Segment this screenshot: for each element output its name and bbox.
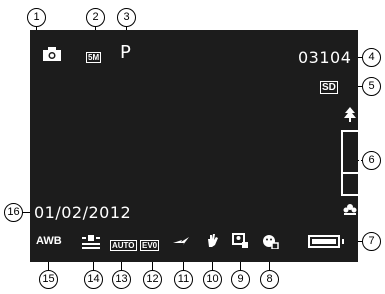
exposure-label: EV0: [140, 240, 160, 251]
sd-card-icon: SD: [320, 77, 338, 95]
callout-9: 9: [231, 270, 250, 289]
program-mode-indicator: P: [120, 42, 131, 63]
sd-card-label: SD: [320, 81, 338, 94]
iso-auto-icon: AUTO: [110, 235, 137, 253]
camera-mode-icon: [43, 47, 61, 61]
callout-7: 7: [362, 232, 381, 251]
iso-auto-label: AUTO: [110, 240, 137, 251]
self-timer-icon: [232, 233, 248, 248]
date-stamp: 01/02/2012: [34, 203, 132, 222]
metering-icon: [82, 235, 100, 249]
zoom-bar: [341, 130, 361, 196]
flower-icon: [343, 204, 357, 215]
callout-8: 8: [260, 270, 279, 289]
zoom-level-mark: [343, 172, 359, 174]
callout-11: 11: [174, 270, 193, 289]
battery-tip: [342, 239, 344, 244]
callout-5: 5: [362, 77, 381, 96]
battery-level: [312, 239, 336, 244]
awb-icon: AWB: [36, 235, 62, 247]
anti-shake-icon: [208, 234, 218, 247]
callout-6: 6: [362, 151, 381, 170]
camera-screen: 5M P 03104 SD 01/02/2012 AWB AUTO EV0: [30, 30, 361, 262]
exposure-icon: EV0: [140, 235, 160, 253]
callout-10: 10: [203, 270, 222, 289]
tree-icon: [344, 107, 356, 122]
callout-3: 3: [117, 8, 136, 27]
callout-12: 12: [143, 270, 162, 289]
shot-counter: 03104: [298, 48, 352, 67]
flash-icon: [173, 237, 189, 245]
resolution-label: 5M: [86, 52, 102, 63]
callout-16: 16: [4, 203, 23, 222]
face-detect-icon: [263, 235, 279, 249]
callout-15: 15: [39, 270, 58, 289]
callout-1: 1: [27, 8, 46, 27]
callout-14: 14: [84, 270, 103, 289]
battery-icon: [308, 235, 340, 248]
callout-4: 4: [362, 48, 381, 67]
callout-2: 2: [86, 8, 105, 27]
callout-13: 13: [112, 270, 131, 289]
resolution-icon: 5M: [86, 47, 102, 65]
